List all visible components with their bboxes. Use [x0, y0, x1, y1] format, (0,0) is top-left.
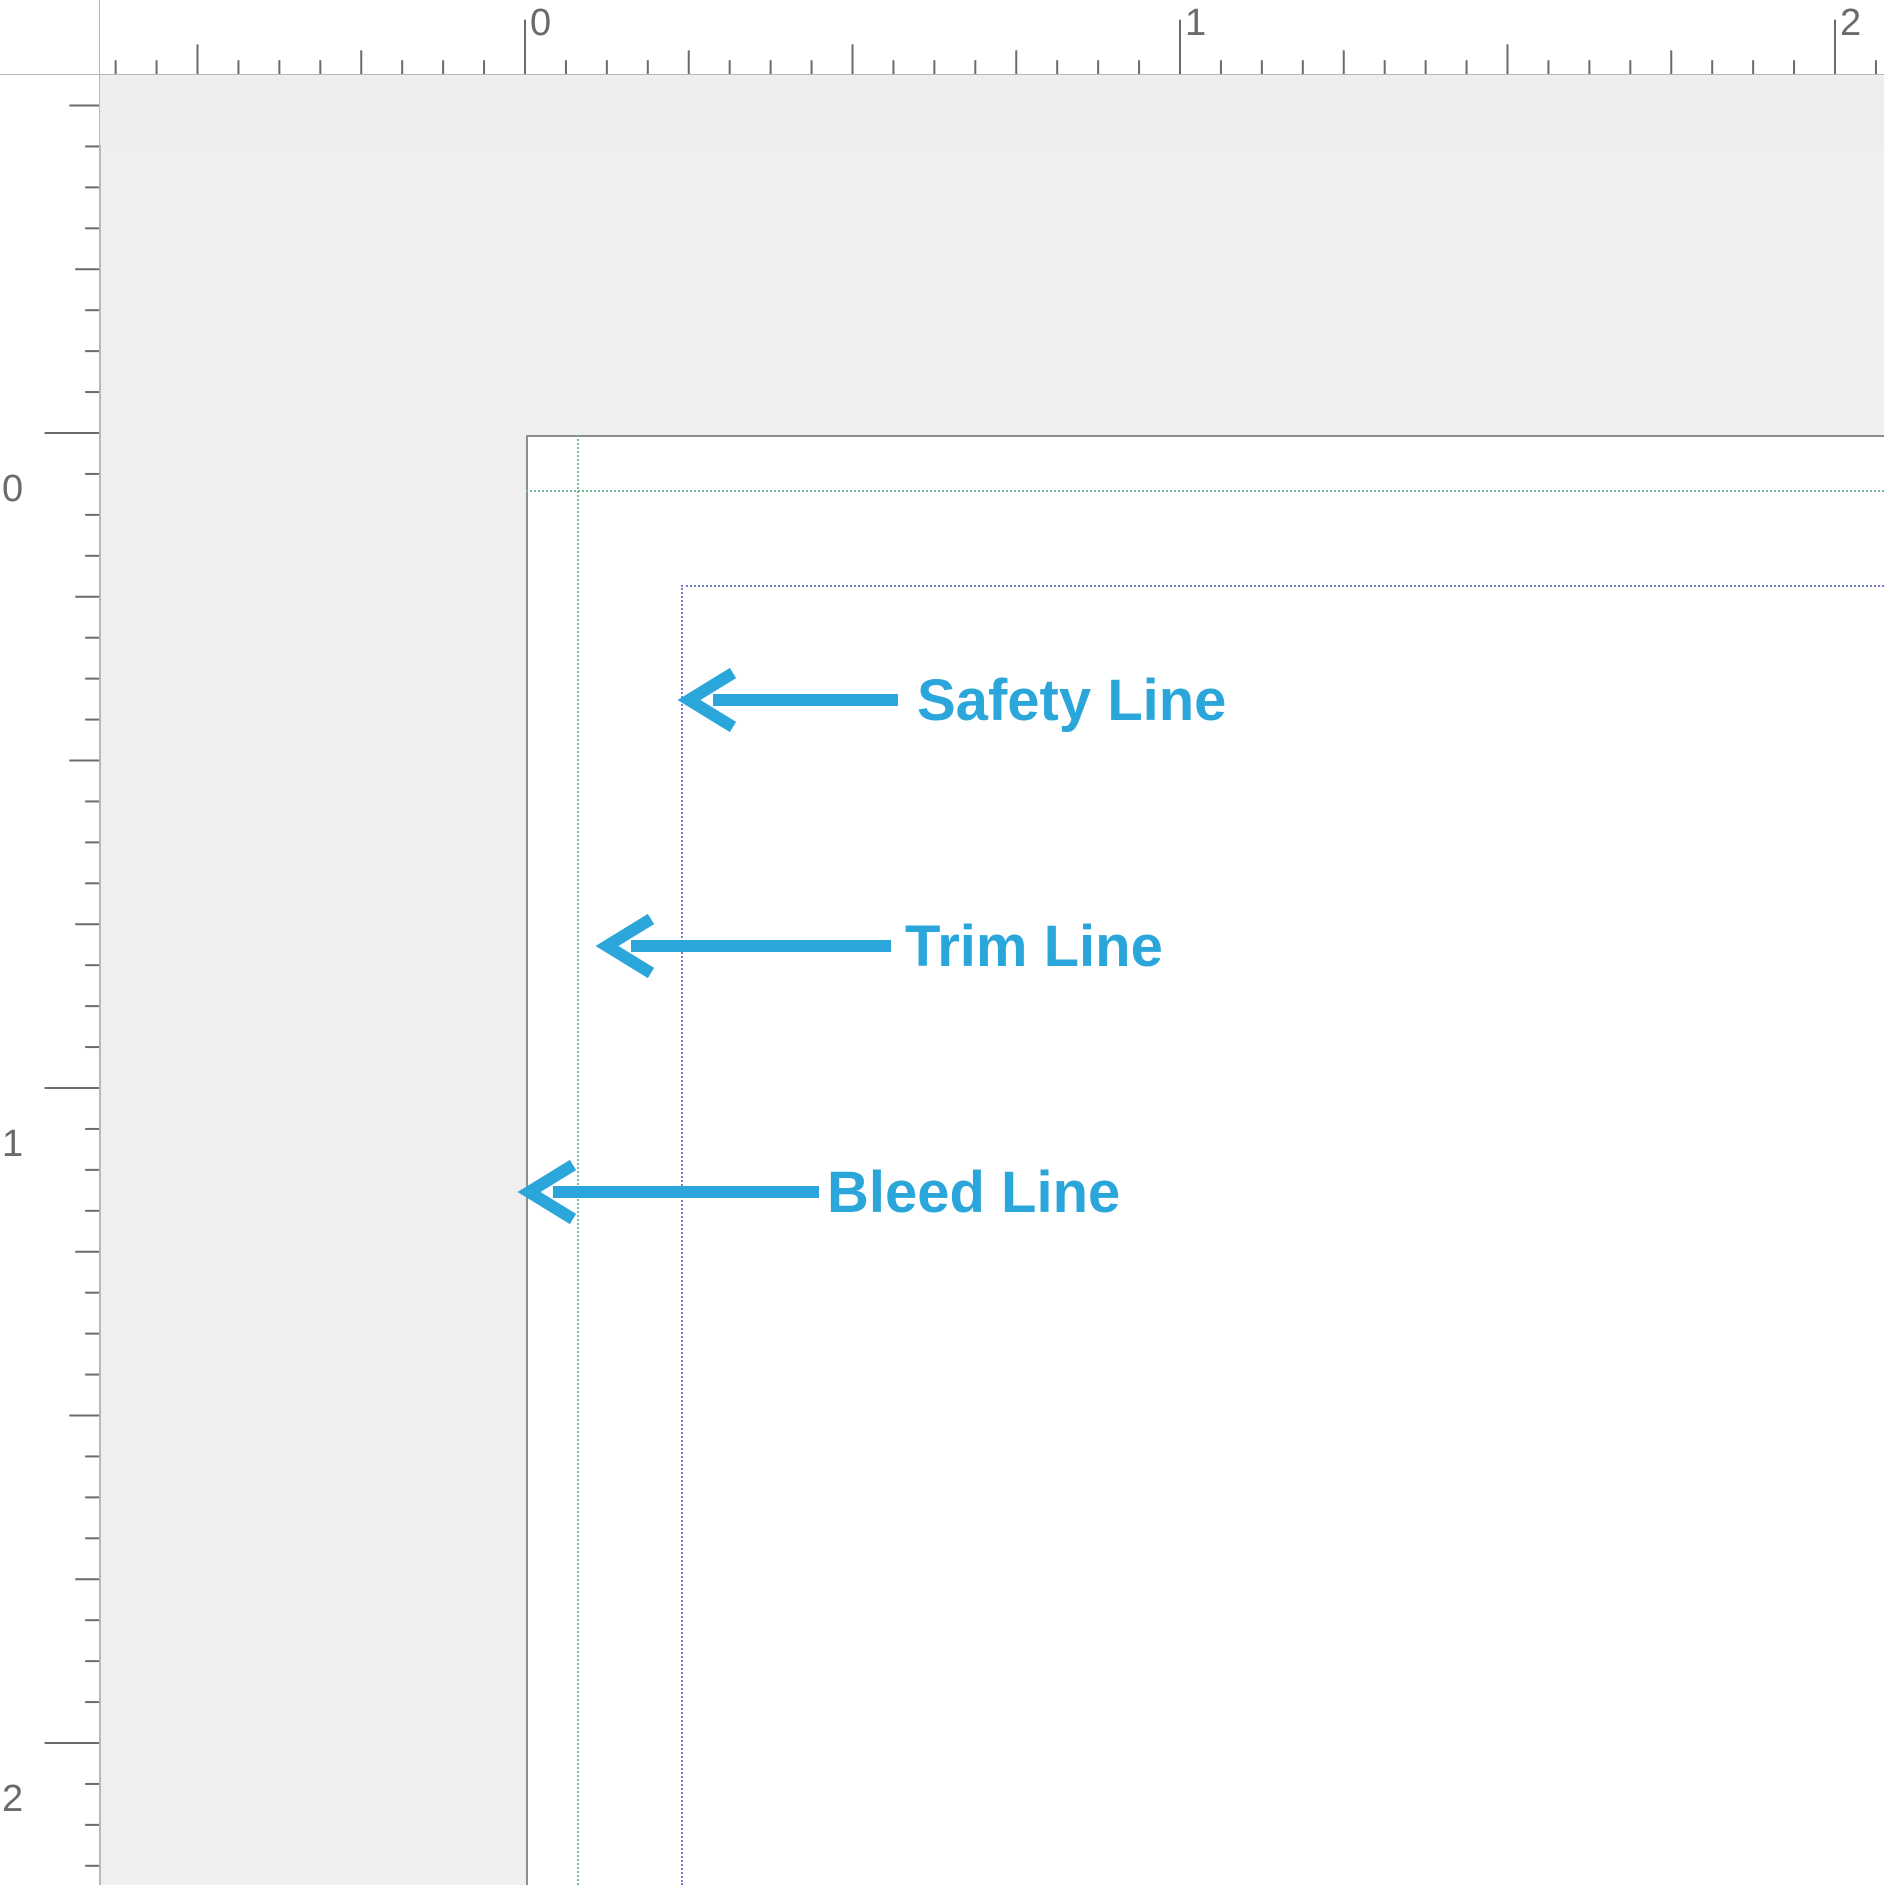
h-ruler-mark-0: 0 — [530, 4, 551, 42]
trim-guide-horizontal — [526, 490, 1884, 492]
v-ruler-mark-2: 2 — [2, 1780, 23, 1818]
safety-guide-vertical — [681, 585, 683, 1885]
safety-guide-horizontal — [681, 585, 1884, 587]
trim-guide-vertical — [577, 435, 579, 1885]
ruler-origin-corner — [0, 0, 100, 75]
horizontal-ruler[interactable]: 0 1 2 — [100, 0, 1884, 75]
v-ruler-mark-0: 0 — [2, 470, 23, 508]
h-ruler-mark-1: 1 — [1185, 4, 1206, 42]
document-canvas[interactable]: Safety Line Trim Line Bleed Line — [101, 145, 1884, 1885]
vertical-ruler[interactable]: 0 1 2 — [0, 75, 100, 1885]
h-ruler-mark-2: 2 — [1840, 4, 1861, 42]
v-ruler-mark-1: 1 — [2, 1125, 23, 1163]
page-bleed-box — [526, 435, 1884, 1885]
